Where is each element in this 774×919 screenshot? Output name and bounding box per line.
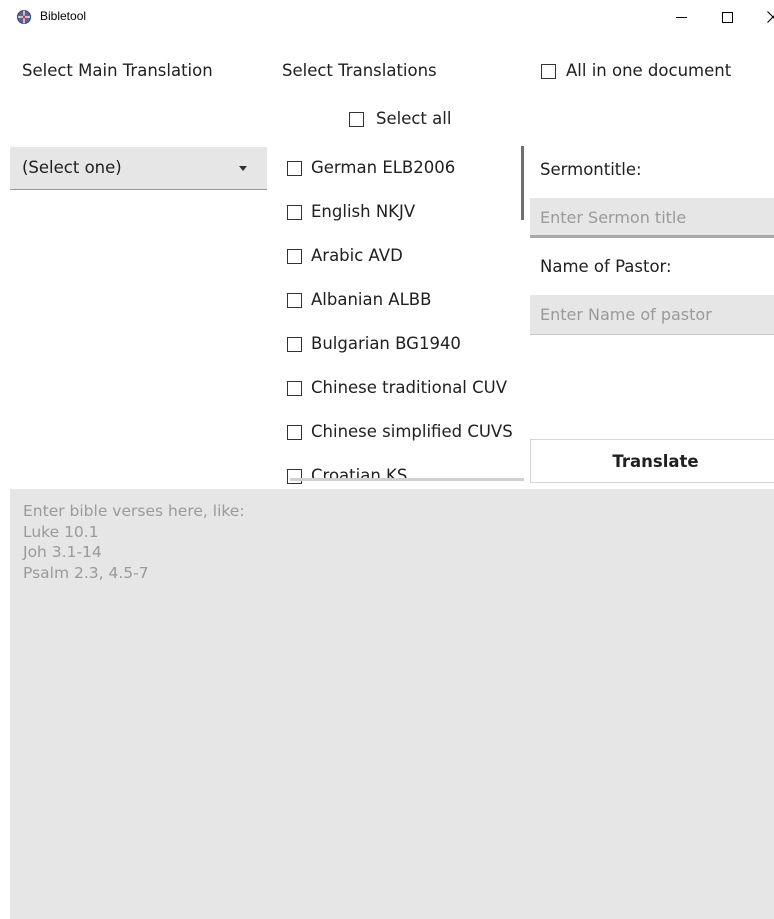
main-translation-dropdown[interactable]: (Select one) bbox=[10, 147, 267, 190]
list-horizontal-scrollbar[interactable] bbox=[290, 478, 524, 481]
list-item[interactable]: Arabic AVD bbox=[270, 236, 528, 280]
translation-checkbox[interactable] bbox=[287, 337, 302, 352]
list-item[interactable]: German ELB2006 bbox=[270, 148, 528, 192]
all-in-one-checkbox[interactable] bbox=[541, 64, 556, 79]
sermon-title-placeholder: Enter Sermon title bbox=[540, 208, 687, 227]
translation-checkbox[interactable] bbox=[287, 205, 302, 220]
translation-label: Chinese simplified CUVS bbox=[311, 422, 513, 441]
translation-label: Arabic AVD bbox=[311, 246, 403, 265]
select-all-checkbox[interactable] bbox=[349, 112, 364, 127]
translation-list[interactable]: German ELB2006 English NKJV Arabic AVD A… bbox=[270, 140, 528, 484]
select-all-label[interactable]: Select all bbox=[376, 109, 451, 128]
window-title: Bibletool bbox=[40, 9, 87, 23]
verses-textarea[interactable]: Enter bible verses here, like: Luke 10.1… bbox=[10, 489, 774, 919]
list-scrollbar[interactable] bbox=[521, 146, 524, 220]
maximize-icon bbox=[721, 11, 733, 23]
pastor-input[interactable]: Enter Name of pastor bbox=[530, 295, 774, 335]
list-item[interactable]: Chinese traditional CUV bbox=[270, 368, 528, 412]
list-item[interactable]: English NKJV bbox=[270, 192, 528, 236]
list-item[interactable]: Chinese simplified CUVS bbox=[270, 412, 528, 456]
translations-label: Select Translations bbox=[282, 61, 437, 80]
all-in-one-label[interactable]: All in one document bbox=[566, 61, 731, 80]
bible-globe-icon bbox=[16, 9, 32, 25]
main-translation-label: Select Main Translation bbox=[22, 61, 213, 80]
translation-checkbox[interactable] bbox=[287, 161, 302, 176]
minimize-button[interactable] bbox=[658, 0, 704, 34]
maximize-button[interactable] bbox=[704, 0, 750, 34]
translation-label: German ELB2006 bbox=[311, 158, 456, 177]
close-icon bbox=[767, 11, 774, 23]
sermon-title-label: Sermontitle: bbox=[540, 160, 642, 179]
translation-label: Bulgarian BG1940 bbox=[311, 334, 461, 353]
translation-label: Croatian KS bbox=[311, 466, 408, 484]
translation-label: English NKJV bbox=[311, 202, 416, 221]
translate-button[interactable]: Translate bbox=[530, 439, 774, 483]
close-button[interactable] bbox=[750, 0, 774, 34]
translation-checkbox[interactable] bbox=[287, 381, 302, 396]
translation-checkbox[interactable] bbox=[287, 425, 302, 440]
chevron-down-icon bbox=[239, 166, 247, 171]
list-item[interactable]: Bulgarian BG1940 bbox=[270, 324, 528, 368]
dropdown-value: (Select one) bbox=[22, 158, 122, 177]
pastor-placeholder: Enter Name of pastor bbox=[540, 305, 712, 324]
translation-checkbox[interactable] bbox=[287, 469, 302, 484]
verses-placeholder: Enter bible verses here, like: Luke 10.1… bbox=[23, 502, 245, 582]
translation-checkbox[interactable] bbox=[287, 293, 302, 308]
title-bar: Bibletool bbox=[0, 0, 774, 34]
sermon-title-input[interactable]: Enter Sermon title bbox=[530, 198, 774, 238]
translation-checkbox[interactable] bbox=[287, 249, 302, 264]
minimize-icon bbox=[675, 16, 687, 18]
translation-label: Albanian ALBB bbox=[311, 290, 432, 309]
list-item[interactable]: Albanian ALBB bbox=[270, 280, 528, 324]
translation-label: Chinese traditional CUV bbox=[311, 378, 508, 397]
pastor-label: Name of Pastor: bbox=[540, 257, 672, 276]
